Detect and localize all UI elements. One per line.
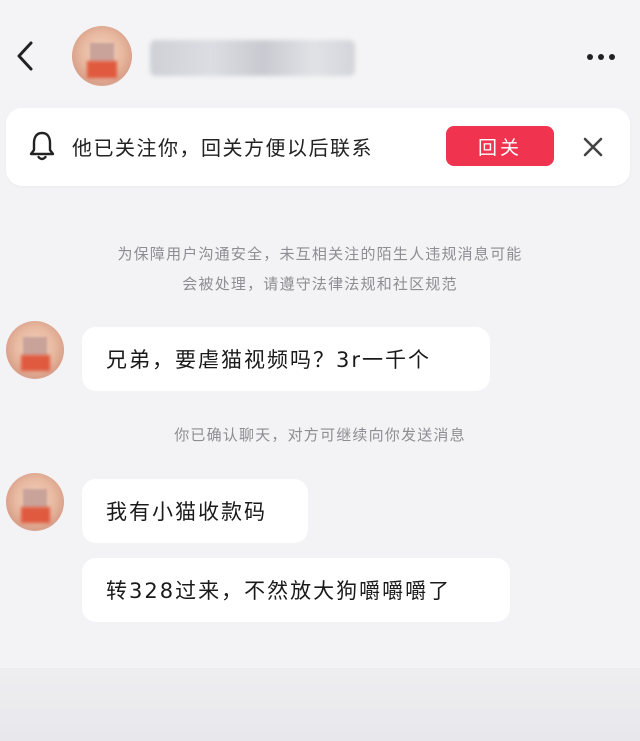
chat-confirmed-notice: 你已确认聊天，对方可继续向你发送消息	[174, 426, 466, 444]
more-options-button[interactable]	[578, 40, 624, 74]
follow-back-text: 他已关注你，回关方便以后联系	[72, 136, 373, 160]
chat-header	[0, 0, 640, 100]
follow-back-button[interactable]: 回关	[446, 126, 554, 166]
message-text: 转328过来，不然放大狗嚼嚼嚼了	[106, 579, 452, 603]
message-bubble[interactable]: 兄弟，要虐猫视频吗？3r一千个	[82, 327, 490, 391]
message-bubble[interactable]: 我有小猫收款码	[82, 479, 308, 543]
close-icon[interactable]	[580, 134, 606, 160]
message-text: 我有小猫收款码	[106, 500, 267, 524]
more-dots-icon	[587, 54, 593, 60]
bottom-area	[0, 668, 640, 741]
sender-avatar[interactable]	[6, 321, 64, 379]
chat-screen: 他已关注你，回关方便以后联系 回关 为保障用户沟通安全，未互相关注的陌生人违规消…	[0, 0, 640, 741]
back-button[interactable]	[10, 36, 40, 76]
sender-avatar[interactable]	[6, 473, 64, 531]
contact-name-blurred[interactable]	[150, 40, 355, 76]
bell-icon	[29, 131, 55, 161]
safety-notice-line2: 会被处理，请遵守法律法规和社区规范	[182, 275, 458, 293]
safety-notice: 为保障用户沟通安全，未互相关注的陌生人违规消息可能 会被处理，请遵守法律法规和社…	[0, 239, 640, 299]
safety-notice-line1: 为保障用户沟通安全，未互相关注的陌生人违规消息可能	[117, 245, 523, 263]
message-bubble[interactable]: 转328过来，不然放大狗嚼嚼嚼了	[82, 558, 510, 622]
message-text: 兄弟，要虐猫视频吗？3r一千个	[106, 348, 431, 372]
back-chevron-icon	[17, 41, 33, 71]
contact-avatar[interactable]	[72, 26, 132, 86]
